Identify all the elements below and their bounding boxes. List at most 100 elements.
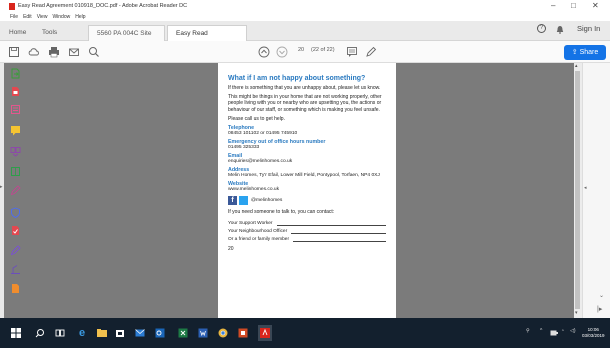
word-icon[interactable] <box>198 328 208 338</box>
fill-sign-icon[interactable] <box>10 185 21 196</box>
measure-icon[interactable] <box>10 264 21 275</box>
scroll-down-icon[interactable]: ▾ <box>575 310 578 316</box>
telephone-value: 08453 101102 or 01495 745910 <box>228 131 298 137</box>
emergency-value: 01495 325333 <box>228 145 260 151</box>
friend-family-label: Or a friend or family member <box>228 237 290 243</box>
comment-tool-icon[interactable] <box>10 125 21 136</box>
windows-start-icon[interactable] <box>11 328 21 338</box>
pdf-page: What if I am not happy about something? … <box>218 63 396 318</box>
acrobat-taskbar-icon[interactable] <box>258 325 272 341</box>
print-icon[interactable] <box>48 46 60 58</box>
contact-intro: If you need someone to talk to, you can … <box>228 209 335 216</box>
form-line-neighbourhood-officer: Your Neighbourhood Officer <box>228 226 386 235</box>
more-tools-icon[interactable] <box>10 283 21 294</box>
social-handle: @melinhomes <box>251 197 283 203</box>
comment-icon[interactable] <box>346 46 358 58</box>
volume-icon[interactable]: ◁) <box>570 328 576 334</box>
tray-chevron-icon[interactable]: ^ <box>540 328 542 334</box>
menu-file[interactable]: File <box>10 14 18 20</box>
form-line-support-worker: Your Support Worker <box>228 218 386 227</box>
file-explorer-icon[interactable] <box>97 328 107 338</box>
menu-window[interactable]: Window <box>52 14 70 20</box>
vertical-scrollbar[interactable]: ▴ ▾ <box>574 63 582 318</box>
page-up-icon[interactable] <box>258 46 270 58</box>
sign-in-link[interactable]: Sign In <box>577 24 600 33</box>
paragraph-call: Please call us to get help. <box>228 115 285 122</box>
neighbourhood-officer-label: Your Neighbourhood Officer <box>228 229 288 235</box>
battery-icon[interactable] <box>550 330 558 336</box>
tools-scroll-down-icon[interactable]: ⌄ <box>599 292 604 299</box>
combine-files-icon[interactable] <box>10 146 21 157</box>
acrobat-app-icon <box>9 2 15 10</box>
page-heading: What if I am not happy about something? <box>228 75 366 82</box>
create-pdf-icon[interactable] <box>10 86 21 97</box>
outlook-icon[interactable] <box>155 328 165 338</box>
support-worker-label: Your Support Worker <box>228 221 273 227</box>
collapse-right-panel-icon[interactable]: ◂ <box>584 185 587 191</box>
scroll-up-icon[interactable]: ▴ <box>575 63 578 69</box>
website-value: www.melinhomes.co.uk <box>228 187 280 193</box>
store-icon[interactable] <box>115 328 125 338</box>
system-clock[interactable]: 10:06 03/03/2019 <box>582 327 605 339</box>
powerpoint-icon[interactable] <box>238 328 248 338</box>
facebook-icon: f <box>228 196 237 206</box>
form-rule <box>293 238 386 243</box>
organize-pages-icon[interactable] <box>10 166 21 177</box>
cloud-upload-icon[interactable] <box>28 46 40 58</box>
send-for-signature-icon[interactable] <box>10 225 21 236</box>
tab-document-2[interactable]: Easy Read Agreemt... ✕ <box>167 25 247 53</box>
social-row: f @melinhomes <box>228 196 386 206</box>
excel-icon[interactable] <box>178 328 188 338</box>
email-icon[interactable] <box>68 46 80 58</box>
tab-tools[interactable]: Tools <box>42 25 57 41</box>
export-pdf-icon[interactable] <box>10 68 21 79</box>
share-label: Share <box>579 49 599 56</box>
share-icon: ⇪ <box>571 49 580 56</box>
page-number-input[interactable]: 20 <box>298 47 304 53</box>
scrollbar-thumb[interactable] <box>575 71 580 309</box>
close-window-button[interactable]: ✕ <box>592 0 599 12</box>
form-rule <box>291 230 386 235</box>
windows-taskbar: e ⚲ ^ ◔ ◁) 10:06 03/03/2019 <box>0 318 610 348</box>
save-icon[interactable] <box>8 46 20 58</box>
mail-icon[interactable] <box>135 328 145 338</box>
bell-icon[interactable] <box>556 25 564 34</box>
menu-help[interactable]: Help <box>75 14 85 20</box>
pen-icon[interactable] <box>365 46 377 58</box>
edit-pdf-icon[interactable] <box>10 104 21 115</box>
email-value: enquiries@melinhomes.co.uk <box>228 159 293 165</box>
edge-browser-icon[interactable]: e <box>79 328 89 339</box>
page-down-icon[interactable] <box>276 46 288 58</box>
network-icon[interactable]: ◔ <box>561 328 564 334</box>
form-rule <box>276 222 386 227</box>
menu-view[interactable]: View <box>37 14 48 20</box>
twitter-icon <box>239 196 248 206</box>
expand-panel-icon[interactable]: |▸ <box>597 305 602 313</box>
tab-bar: Home Tools 5560 PA 004C Site ... Easy Re… <box>0 21 610 53</box>
taskbar-search-icon[interactable] <box>35 328 45 338</box>
menu-edit[interactable]: Edit <box>23 14 32 20</box>
expand-left-panel-icon[interactable]: ▸ <box>0 184 3 190</box>
window-title: Easy Read Agreement 010918_DOC.pdf - Ado… <box>18 3 188 9</box>
paragraph-examples: This might be things in your home that a… <box>228 94 382 113</box>
search-icon[interactable] <box>88 46 100 58</box>
paragraph-unhappy: If there is something that you are unhap… <box>228 85 381 91</box>
share-button[interactable]: ⇪ Share <box>564 45 606 60</box>
people-icon[interactable]: ⚲ <box>526 328 530 334</box>
help-icon[interactable]: ? <box>537 24 546 33</box>
page-footer-number: 20 <box>228 246 234 253</box>
tab-home[interactable]: Home <box>9 25 26 41</box>
toolbar: 20 (22 of 22) <box>0 41 610 63</box>
tab-document-1[interactable]: 5560 PA 004C Site ... <box>88 25 165 53</box>
task-view-icon[interactable] <box>55 328 65 338</box>
menu-bar: File Edit View Window Help <box>0 12 610 21</box>
minimize-button[interactable]: – <box>551 0 555 12</box>
clock-date: 03/03/2019 <box>582 333 605 338</box>
page-count: (22 of 22) <box>311 47 335 53</box>
address-value: Melin Homes, Ty'r Efail, Lower Mill Fiel… <box>228 173 380 179</box>
maximize-button[interactable]: □ <box>571 0 576 12</box>
title-bar: Easy Read Agreement 010918_DOC.pdf - Ado… <box>0 0 610 12</box>
signature-icon[interactable] <box>10 245 21 256</box>
protect-icon[interactable] <box>10 207 21 218</box>
chrome-icon[interactable] <box>218 328 228 338</box>
